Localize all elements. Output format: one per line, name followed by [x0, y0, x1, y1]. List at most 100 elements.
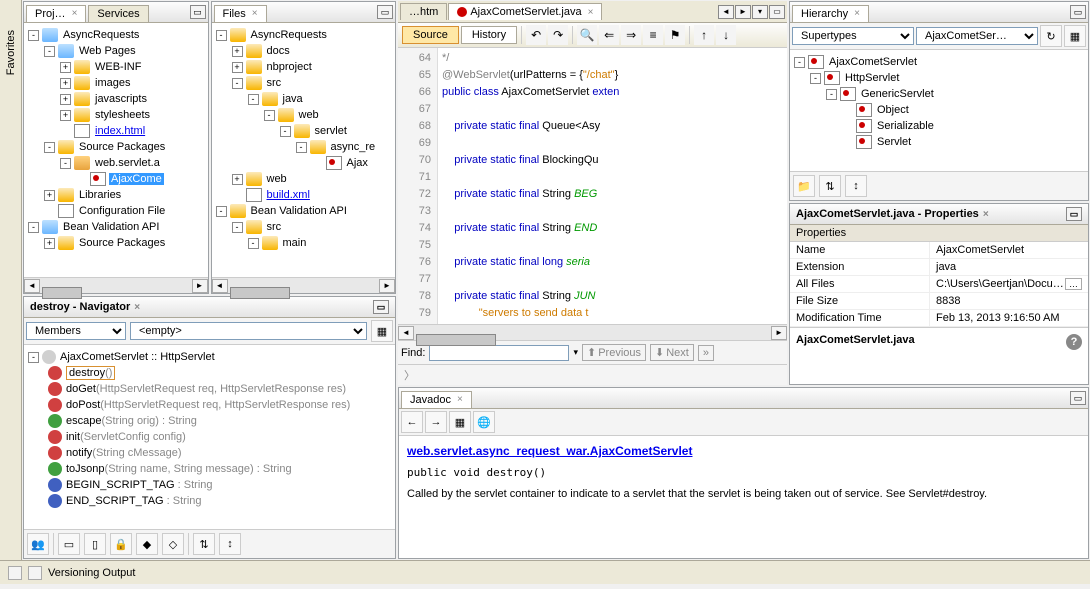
expander-icon[interactable]: + [60, 110, 71, 121]
show-static-icon[interactable]: 🔒 [110, 533, 132, 555]
sort-source-icon[interactable]: ↕ [219, 533, 241, 555]
source-button[interactable]: Source [402, 26, 459, 44]
expander-icon[interactable]: - [248, 94, 259, 105]
tree-node[interactable]: -AsyncRequests [28, 27, 204, 43]
show-nonpublic-icon[interactable]: ◆ [136, 533, 158, 555]
members-combo[interactable]: Members [26, 322, 126, 340]
close-icon[interactable]: × [983, 209, 989, 220]
hierarchy-node[interactable]: Servlet [794, 134, 1084, 150]
class-combo[interactable]: AjaxCometSer… [916, 27, 1038, 45]
property-row[interactable]: All FilesC:\Users\Geertjan\Docu…… [790, 276, 1088, 293]
tree-node[interactable]: +stylesheets [28, 107, 204, 123]
filter-combo[interactable]: <empty> [130, 322, 367, 340]
scrollbar-horizontal[interactable]: ◄ ► [212, 277, 396, 293]
toggle-highlight-icon[interactable]: ≡ [643, 25, 663, 45]
expander-icon[interactable]: - [28, 222, 39, 233]
tab-projects[interactable]: Proj…× [26, 5, 86, 22]
show-fields-icon[interactable]: ▯ [84, 533, 106, 555]
tree-node[interactable]: build.xml [216, 187, 392, 203]
scroll-thumb[interactable] [230, 287, 290, 299]
expander-icon[interactable]: + [60, 94, 71, 105]
expander-icon[interactable]: - [28, 30, 39, 41]
expander-icon[interactable]: - [794, 57, 805, 68]
navigator-item[interactable]: doPost(HttpServletRequest req, HttpServl… [48, 397, 391, 413]
show-fqn-icon[interactable]: 📁 [793, 175, 815, 197]
find-selection-icon[interactable]: 🔍 [577, 25, 597, 45]
expander-icon[interactable]: + [60, 78, 71, 89]
navigator-item[interactable]: escape(String orig) : String [48, 413, 391, 429]
filter-icon[interactable]: 👥 [27, 533, 49, 555]
expander-icon[interactable]: + [232, 62, 243, 73]
find-input[interactable] [429, 345, 569, 361]
scroll-thumb[interactable] [416, 334, 496, 346]
expander-icon[interactable]: + [44, 190, 55, 201]
history-button[interactable]: History [461, 26, 517, 44]
favorites-sidebar[interactable]: Favorites [0, 0, 22, 560]
expander-icon[interactable]: - [232, 222, 243, 233]
next-tab-button[interactable]: ► [735, 5, 751, 19]
open-browser-icon[interactable]: 🌐 [473, 411, 495, 433]
maximize-button[interactable]: ▭ [769, 5, 785, 19]
navigator-item[interactable]: END_SCRIPT_TAG : String [48, 493, 391, 509]
tree-node[interactable]: -web [216, 107, 392, 123]
minimize-button[interactable]: ▭ [1070, 5, 1086, 19]
show-fqn-icon[interactable]: ◇ [162, 533, 184, 555]
find-prev-icon[interactable]: ⇐ [599, 25, 619, 45]
expand-all-icon[interactable]: ↕ [845, 175, 867, 197]
navigator-tree[interactable]: - AjaxCometServlet :: HttpServlet destro… [24, 345, 395, 529]
hierarchy-node[interactable]: Object [794, 102, 1084, 118]
back-icon[interactable]: ↶ [526, 25, 546, 45]
tree-node[interactable]: Configuration File [28, 203, 204, 219]
navigator-item[interactable]: doGet(HttpServletRequest req, HttpServle… [48, 381, 391, 397]
find-more-button[interactable]: » [698, 345, 714, 361]
javadoc-heading[interactable]: web.servlet.async_request_war.AjaxCometS… [407, 444, 1080, 458]
hierarchy-node[interactable]: -AjaxCometServlet [794, 54, 1084, 70]
tree-node[interactable]: -src [216, 75, 392, 91]
scroll-right-button[interactable]: ► [771, 326, 787, 340]
status-icon[interactable] [8, 566, 22, 580]
minimize-button[interactable]: ▭ [1066, 207, 1082, 221]
expander-icon[interactable]: - [826, 89, 837, 100]
expander-icon[interactable]: - [810, 73, 821, 84]
tree-node[interactable]: -AsyncRequests [216, 27, 392, 43]
tree-node[interactable]: -Source Packages [28, 139, 204, 155]
tree-node[interactable]: -servlet [216, 123, 392, 139]
property-row[interactable]: Extensionjava [790, 259, 1088, 276]
tree-node[interactable]: -Bean Validation API [216, 203, 392, 219]
tab-hierarchy[interactable]: Hierarchy× [792, 5, 869, 22]
tree-node[interactable]: +WEB-INF [28, 59, 204, 75]
tree-node[interactable]: -web.servlet.a [28, 155, 204, 171]
hierarchy-node[interactable]: -HttpServlet [794, 70, 1084, 86]
minimize-button[interactable]: ▭ [377, 5, 393, 19]
tree-node[interactable]: +web [216, 171, 392, 187]
expander-icon[interactable]: - [296, 142, 307, 153]
status-text[interactable]: Versioning Output [48, 567, 135, 579]
code-area[interactable]: */@WebServlet(urlPatterns = {"/chat"}pub… [438, 48, 787, 324]
tree-node[interactable]: +Source Packages [28, 235, 204, 251]
tree-node[interactable]: -src [216, 219, 392, 235]
tree-node[interactable]: index.html [28, 123, 204, 139]
navigator-item[interactable]: notify(String cMessage) [48, 445, 391, 461]
scroll-right-button[interactable]: ► [192, 279, 208, 293]
property-row[interactable]: NameAjaxCometServlet [790, 242, 1088, 259]
expander-icon[interactable]: - [264, 110, 275, 121]
filter-icon[interactable]: ▦ [371, 320, 393, 342]
find-previous-button[interactable]: ⬆ Previous [582, 344, 646, 361]
tree-node[interactable]: -Web Pages [28, 43, 204, 59]
scroll-right-button[interactable]: ► [379, 279, 395, 293]
close-icon[interactable]: × [854, 8, 860, 19]
close-icon[interactable]: × [252, 8, 258, 19]
tab-files[interactable]: Files× [214, 5, 267, 22]
find-expand-icon[interactable]: 〉 [398, 364, 787, 385]
tree-node[interactable]: +images [28, 75, 204, 91]
status-icon[interactable] [28, 566, 42, 580]
close-icon[interactable]: × [134, 302, 140, 313]
close-icon[interactable]: × [588, 7, 594, 18]
hierarchy-node[interactable]: Serializable [794, 118, 1084, 134]
files-tree[interactable]: -AsyncRequests+docs+nbproject-src-java-w… [212, 23, 396, 277]
expander-icon[interactable]: + [44, 238, 55, 249]
scroll-left-button[interactable]: ◄ [398, 326, 414, 340]
supertypes-combo[interactable]: Supertypes [792, 27, 914, 45]
minimize-button[interactable]: ▭ [190, 5, 206, 19]
scroll-left-button[interactable]: ◄ [24, 279, 40, 293]
